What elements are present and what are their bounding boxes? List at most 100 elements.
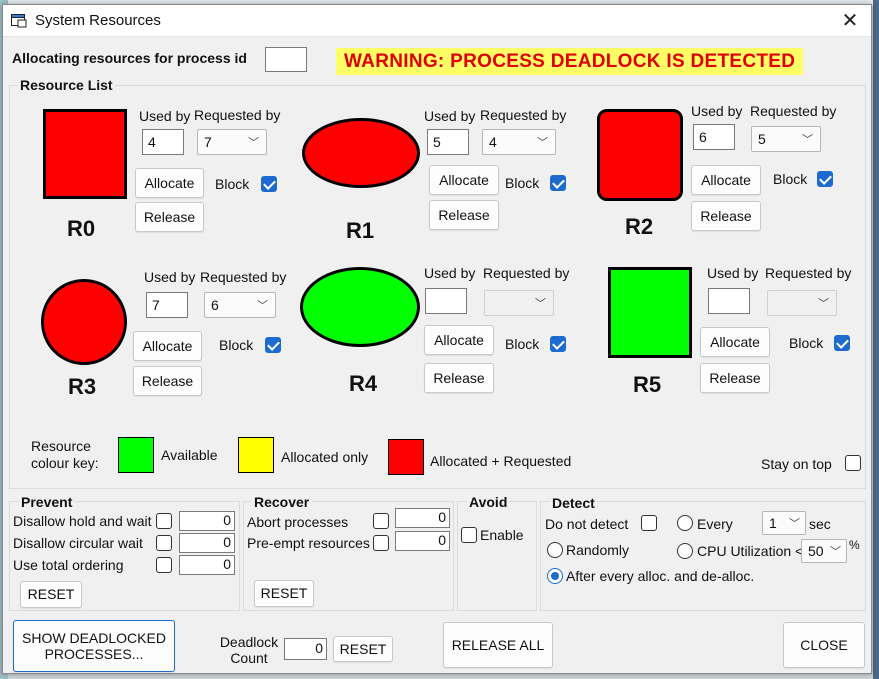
prevent-total-ordering-label: Use total ordering bbox=[13, 557, 124, 573]
r0-release-button[interactable]: Release bbox=[135, 202, 204, 232]
resource-r2-name: R2 bbox=[625, 214, 654, 239]
r2-requested-by-value: 5 bbox=[758, 131, 766, 147]
r1-requested-by-label: Requested by bbox=[480, 107, 567, 123]
r3-requested-by-label: Requested by bbox=[200, 269, 287, 285]
resource-list-title: Resource List bbox=[18, 77, 115, 93]
r3-block-checkbox[interactable] bbox=[265, 337, 281, 353]
r0-requested-by-select[interactable]: 7 ﹀ bbox=[197, 129, 267, 155]
r5-release-button[interactable]: Release bbox=[700, 363, 770, 393]
deadlock-count-value: 0 bbox=[284, 638, 327, 660]
r5-requested-by-select[interactable]: ﹀ bbox=[767, 290, 837, 316]
key-allocated-requested-label: Allocated + Requested bbox=[430, 453, 572, 469]
process-id-label: Allocating resources for process id bbox=[12, 50, 247, 66]
recover-abort-label: Abort processes bbox=[247, 514, 349, 530]
deadlock-warning-banner: WARNING: PROCESS DEADLOCK IS DETECTED bbox=[336, 48, 804, 75]
recover-preempt-count: 0 bbox=[395, 531, 450, 551]
recover-abort-count: 0 bbox=[395, 508, 450, 528]
resource-r5-name: R5 bbox=[633, 372, 662, 397]
r0-block-checkbox[interactable] bbox=[261, 176, 277, 192]
key-available-swatch bbox=[118, 437, 154, 473]
r2-allocate-button[interactable]: Allocate bbox=[691, 165, 761, 195]
window-title: System Resources bbox=[35, 12, 161, 29]
close-button[interactable]: CLOSE bbox=[783, 622, 865, 668]
r0-requested-by-label: Requested by bbox=[194, 107, 281, 123]
r4-used-by-input[interactable] bbox=[425, 288, 467, 314]
r0-allocate-button[interactable]: Allocate bbox=[135, 168, 204, 198]
r4-requested-by-select[interactable]: ﹀ bbox=[484, 290, 554, 316]
r1-block-label: Block bbox=[505, 175, 540, 191]
detect-every-radio[interactable] bbox=[677, 515, 693, 531]
key-allocated-requested-swatch bbox=[388, 439, 424, 475]
r2-release-button[interactable]: Release bbox=[691, 201, 761, 231]
detect-every-label: Every bbox=[697, 516, 733, 532]
r2-block-checkbox[interactable] bbox=[817, 171, 833, 187]
release-all-button[interactable]: RELEASE ALL bbox=[443, 622, 553, 668]
detect-after-every-label: After every alloc. and de-alloc. bbox=[566, 568, 755, 584]
r4-release-button[interactable]: Release bbox=[424, 363, 494, 393]
prevent-hold-wait-checkbox[interactable] bbox=[156, 513, 172, 529]
r1-requested-by-select[interactable]: 4 ﹀ bbox=[482, 129, 556, 155]
prevent-hold-wait-count: 0 bbox=[179, 511, 235, 531]
r0-used-by-label: Used by bbox=[139, 108, 191, 124]
detect-cpu-select[interactable]: 50 ﹀ bbox=[801, 539, 847, 563]
detect-every-select[interactable]: 1 ﹀ bbox=[762, 511, 806, 535]
r5-used-by-label: Used by bbox=[707, 265, 759, 281]
r0-requested-by-value: 7 bbox=[204, 134, 212, 150]
detect-randomly-radio[interactable] bbox=[547, 542, 563, 558]
prevent-reset-button[interactable]: RESET bbox=[20, 581, 82, 608]
detect-do-not-detect-checkbox[interactable] bbox=[641, 515, 657, 531]
chevron-down-icon: ﹀ bbox=[537, 137, 548, 149]
detect-cpu-radio[interactable] bbox=[677, 543, 693, 559]
r4-block-label: Block bbox=[505, 336, 540, 352]
r3-requested-by-select[interactable]: 6 ﹀ bbox=[204, 292, 276, 318]
r3-used-by-input[interactable]: 7 bbox=[146, 292, 188, 318]
resource-r5-shape bbox=[608, 267, 692, 358]
recover-abort-checkbox[interactable] bbox=[373, 513, 389, 529]
chevron-down-icon: ﹀ bbox=[789, 518, 800, 530]
r3-release-button[interactable]: Release bbox=[133, 366, 202, 396]
detect-after-every-radio[interactable] bbox=[547, 568, 563, 584]
r1-release-button[interactable]: Release bbox=[429, 200, 499, 230]
r5-block-checkbox[interactable] bbox=[834, 335, 850, 351]
r1-used-by-input[interactable]: 5 bbox=[427, 129, 469, 155]
r2-used-by-label: Used by bbox=[691, 103, 743, 119]
avoid-enable-checkbox[interactable] bbox=[461, 527, 477, 543]
resource-r1-shape bbox=[302, 118, 420, 188]
prevent-total-ordering-checkbox[interactable] bbox=[156, 557, 172, 573]
key-allocated-only-label: Allocated only bbox=[281, 449, 369, 465]
r1-allocate-button[interactable]: Allocate bbox=[429, 165, 499, 195]
r2-requested-by-select[interactable]: 5 ﹀ bbox=[751, 126, 821, 152]
r5-allocate-button[interactable]: Allocate bbox=[700, 327, 770, 357]
deadlock-count-reset-button[interactable]: RESET bbox=[333, 636, 393, 662]
resource-r4-name: R4 bbox=[349, 371, 378, 396]
r4-block-checkbox[interactable] bbox=[550, 336, 566, 352]
r1-block-checkbox[interactable] bbox=[550, 175, 566, 191]
title-bar[interactable]: System Resources ✕ bbox=[3, 5, 871, 37]
recover-preempt-checkbox[interactable] bbox=[373, 535, 389, 551]
avoid-group bbox=[457, 501, 537, 611]
prevent-circular-wait-checkbox[interactable] bbox=[156, 535, 172, 551]
recover-title: Recover bbox=[252, 494, 312, 510]
close-window-icon[interactable]: ✕ bbox=[835, 7, 865, 35]
chevron-down-icon: ﹀ bbox=[248, 137, 259, 149]
resource-r0-name: R0 bbox=[67, 216, 96, 241]
recover-reset-button[interactable]: RESET bbox=[254, 580, 314, 607]
key-available-label: Available bbox=[161, 447, 218, 463]
process-id-input[interactable] bbox=[265, 47, 307, 72]
resource-r3-shape bbox=[41, 279, 127, 365]
r4-allocate-button[interactable]: Allocate bbox=[424, 325, 494, 355]
key-allocated-only-swatch bbox=[238, 437, 274, 473]
prevent-hold-wait-label: Disallow hold and wait bbox=[13, 513, 152, 529]
colour-key-label: Resource colour key: bbox=[31, 438, 99, 471]
detect-cpu-value: 50 bbox=[808, 543, 824, 559]
r3-allocate-button[interactable]: Allocate bbox=[133, 331, 202, 361]
r5-used-by-input[interactable] bbox=[708, 288, 750, 314]
show-deadlocked-processes-button[interactable]: SHOW DEADLOCKED PROCESSES... bbox=[13, 620, 175, 672]
chevron-down-icon: ﹀ bbox=[535, 298, 546, 310]
chevron-down-icon: ﹀ bbox=[802, 134, 813, 146]
detect-do-not-detect-label: Do not detect bbox=[545, 516, 629, 532]
desktop-background-right bbox=[873, 0, 879, 679]
stay-on-top-checkbox[interactable] bbox=[845, 455, 861, 471]
r2-used-by-input[interactable]: 6 bbox=[693, 124, 735, 150]
r0-used-by-input[interactable]: 4 bbox=[142, 129, 184, 155]
